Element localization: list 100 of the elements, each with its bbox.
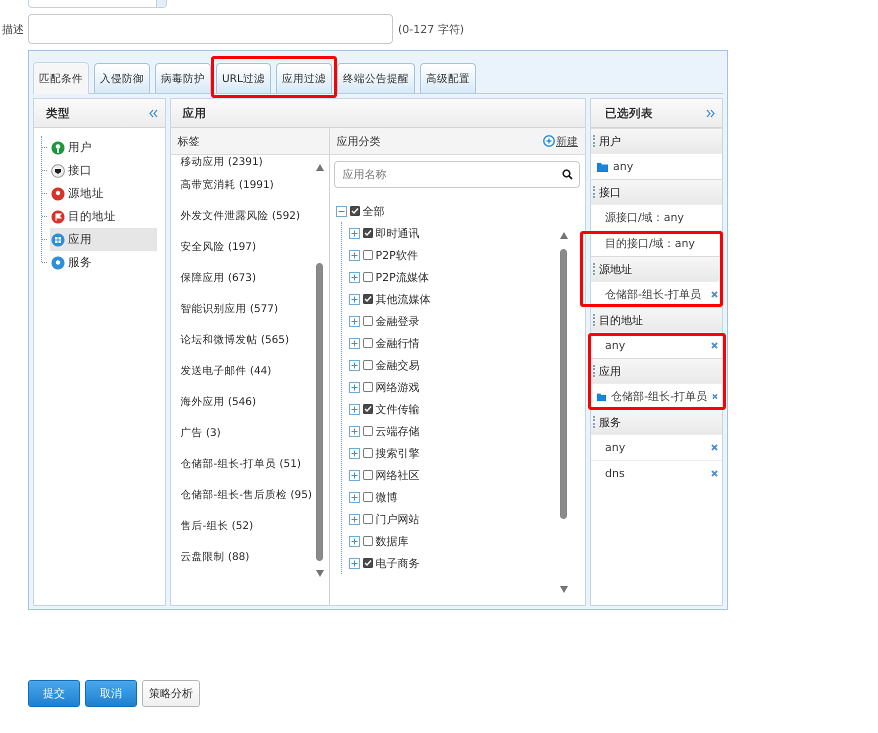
tree-item[interactable]: 网络游戏 [376, 380, 420, 394]
tag-item[interactable]: 海外应用 (546) [180, 394, 256, 408]
description-field[interactable] [28, 14, 393, 44]
select-field[interactable] [28, 0, 167, 8]
expand-icon[interactable] [348, 338, 360, 348]
remove-icon[interactable] [711, 470, 718, 477]
remove-icon[interactable] [712, 393, 718, 400]
tree-item[interactable]: 全部 [362, 204, 385, 218]
tree-item[interactable]: P2P软件 [376, 248, 418, 262]
tag-item[interactable]: 保障应用 (673) [180, 270, 256, 284]
search-field[interactable]: 应用名称 [334, 161, 580, 188]
checkbox[interactable] [362, 360, 373, 370]
tag-item[interactable]: 移动应用 (2391) [180, 155, 263, 169]
checkbox[interactable] [362, 492, 373, 502]
expand-icon[interactable] [348, 492, 360, 502]
checkbox[interactable] [362, 558, 373, 568]
tree-item[interactable]: 源地址 [50, 182, 157, 205]
scroll-up-icon[interactable] [316, 164, 324, 171]
tag-item[interactable]: 安全风险 (197) [180, 240, 256, 254]
selected-item: 源接口/域：any [605, 210, 685, 225]
tree-item[interactable]: P2P流媒体 [376, 270, 429, 284]
section-title: 用户 [599, 134, 621, 148]
tree-item[interactable]: 搜索引擎 [376, 446, 420, 460]
checkbox[interactable] [362, 382, 373, 392]
tag-item[interactable]: 智能识别应用 (577) [180, 302, 278, 316]
tree-item[interactable]: 金融行情 [376, 336, 420, 350]
section-title: 服务 [599, 414, 621, 430]
tree-item[interactable]: 数据库 [376, 534, 409, 548]
checkbox[interactable] [362, 316, 373, 326]
scroll-down-icon[interactable] [316, 570, 324, 577]
tag-item[interactable]: 论坛和微博发帖 (565) [180, 332, 290, 346]
tree-item[interactable]: 云端存储 [376, 424, 420, 438]
expand-icon[interactable] [348, 272, 360, 282]
scrollbar[interactable] [314, 164, 325, 577]
tree-item[interactable]: 即时通讯 [376, 226, 420, 240]
remove-icon[interactable] [711, 342, 718, 349]
tree-item[interactable]: 网络社区 [376, 468, 420, 482]
tag-item[interactable]: 外发文件泄露风险 (592) [180, 208, 300, 222]
add-icon[interactable] [543, 135, 555, 147]
checkbox[interactable] [362, 338, 373, 348]
expand-icon[interactable] [348, 360, 360, 370]
expand-icon[interactable] [348, 382, 360, 392]
expand-icon[interactable] [706, 108, 715, 118]
new-link[interactable]: 新建 [543, 134, 578, 148]
tree-item[interactable]: 金融登录 [376, 314, 420, 328]
tab[interactable]: 高级配置 [420, 63, 476, 93]
checkbox[interactable] [350, 206, 360, 216]
collapse-icon[interactable] [148, 108, 158, 118]
tree-item[interactable]: 门户网站 [376, 512, 420, 526]
checkbox[interactable] [362, 294, 373, 304]
panel-title: 类型 [46, 106, 70, 120]
tree-item[interactable]: 目的地址 [50, 205, 157, 228]
tag-item[interactable]: 仓储部-组长-售后质检 (95) [180, 488, 312, 502]
tag-item[interactable]: 发送电子邮件 (44) [180, 364, 272, 378]
checkbox[interactable] [362, 272, 373, 282]
scroll-up-icon[interactable] [560, 232, 568, 239]
tag-item[interactable]: 云盘限制 (88) [180, 550, 250, 564]
tab[interactable]: 匹配条件 [33, 62, 89, 94]
tree-item[interactable]: 接口 [50, 159, 157, 182]
tab[interactable]: 入侵防御 [94, 63, 150, 93]
scrollbar[interactable] [559, 232, 569, 593]
port-icon [51, 164, 65, 178]
tree-item[interactable]: 服务 [50, 251, 157, 274]
tab[interactable]: 终端公告提醒 [336, 63, 415, 93]
expand-icon[interactable] [348, 536, 360, 546]
expand-icon[interactable] [348, 448, 360, 458]
tag-item[interactable]: 广告 (3) [180, 426, 221, 440]
tab[interactable]: 应用过滤 [276, 63, 332, 93]
tree-item[interactable]: 其他流媒体 [376, 292, 431, 306]
tree-item[interactable]: 电子商务 [376, 556, 420, 570]
expand-icon[interactable] [348, 470, 360, 480]
section-title: 目的地址 [599, 312, 643, 328]
checkbox[interactable] [362, 228, 373, 238]
remove-icon[interactable] [711, 444, 718, 451]
tag-item[interactable]: 高带宽消耗 (1991) [180, 178, 274, 192]
tree-item[interactable]: 用户 [50, 136, 157, 159]
remove-icon[interactable] [711, 291, 718, 298]
tree-item[interactable]: 应用 [50, 228, 157, 251]
checkbox[interactable] [362, 514, 373, 524]
expand-icon[interactable] [348, 426, 360, 436]
expand-icon[interactable] [348, 316, 360, 326]
search-icon[interactable] [562, 169, 573, 180]
checkbox[interactable] [362, 470, 373, 480]
tag-item[interactable]: 仓储部-组长-打单员 (51) [180, 456, 301, 470]
tree-item[interactable]: 文件传输 [376, 402, 420, 416]
tag-item[interactable]: 售后-组长 (52) [180, 518, 254, 532]
expand-icon[interactable] [348, 250, 360, 260]
tab[interactable]: 病毒防护 [155, 63, 211, 93]
expand-icon[interactable] [348, 514, 360, 524]
tree-item[interactable]: 微博 [376, 490, 398, 504]
section-title: 源地址 [599, 262, 632, 276]
tree-item[interactable]: 金融交易 [376, 358, 420, 372]
analyze-button[interactable]: 策略分析 [142, 680, 200, 707]
checkbox[interactable] [362, 404, 373, 414]
checkbox[interactable] [362, 426, 373, 436]
checkbox[interactable] [362, 448, 373, 458]
scroll-down-icon[interactable] [560, 586, 568, 593]
tab[interactable]: URL过滤 [216, 63, 271, 93]
checkbox[interactable] [362, 536, 373, 546]
checkbox[interactable] [362, 250, 373, 260]
